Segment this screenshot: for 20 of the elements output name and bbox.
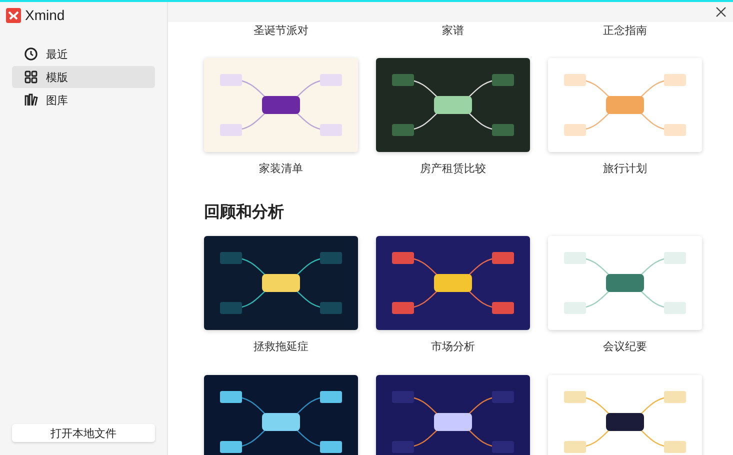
template-title: 家谱 — [442, 24, 464, 38]
books-icon — [24, 93, 38, 107]
close-icon[interactable] — [716, 7, 726, 17]
nav-item[interactable]: 图库 — [12, 89, 155, 111]
template-title: 旅行计划 — [603, 162, 647, 176]
section-heading: 回顾和分析 — [204, 202, 285, 222]
app-name: Xmind — [25, 7, 65, 23]
template-title: 市场分析 — [431, 340, 475, 354]
logo-icon — [6, 8, 21, 22]
nav-item[interactable]: 模版 — [12, 66, 155, 88]
template-title: 拯救拖延症 — [254, 340, 308, 354]
template-title: 家装清单 — [259, 162, 303, 176]
open-file-button[interactable]: 打开本地文件 — [12, 424, 155, 442]
template-title: 正念指南 — [603, 24, 647, 38]
clock-icon — [24, 47, 38, 61]
grid-icon — [24, 70, 38, 84]
template-title: 圣诞节派对 — [254, 24, 308, 38]
template-title: 会议纪要 — [603, 340, 647, 354]
template-title: 房产租赁比较 — [420, 162, 486, 176]
nav-item[interactable]: 最近 — [12, 43, 155, 65]
